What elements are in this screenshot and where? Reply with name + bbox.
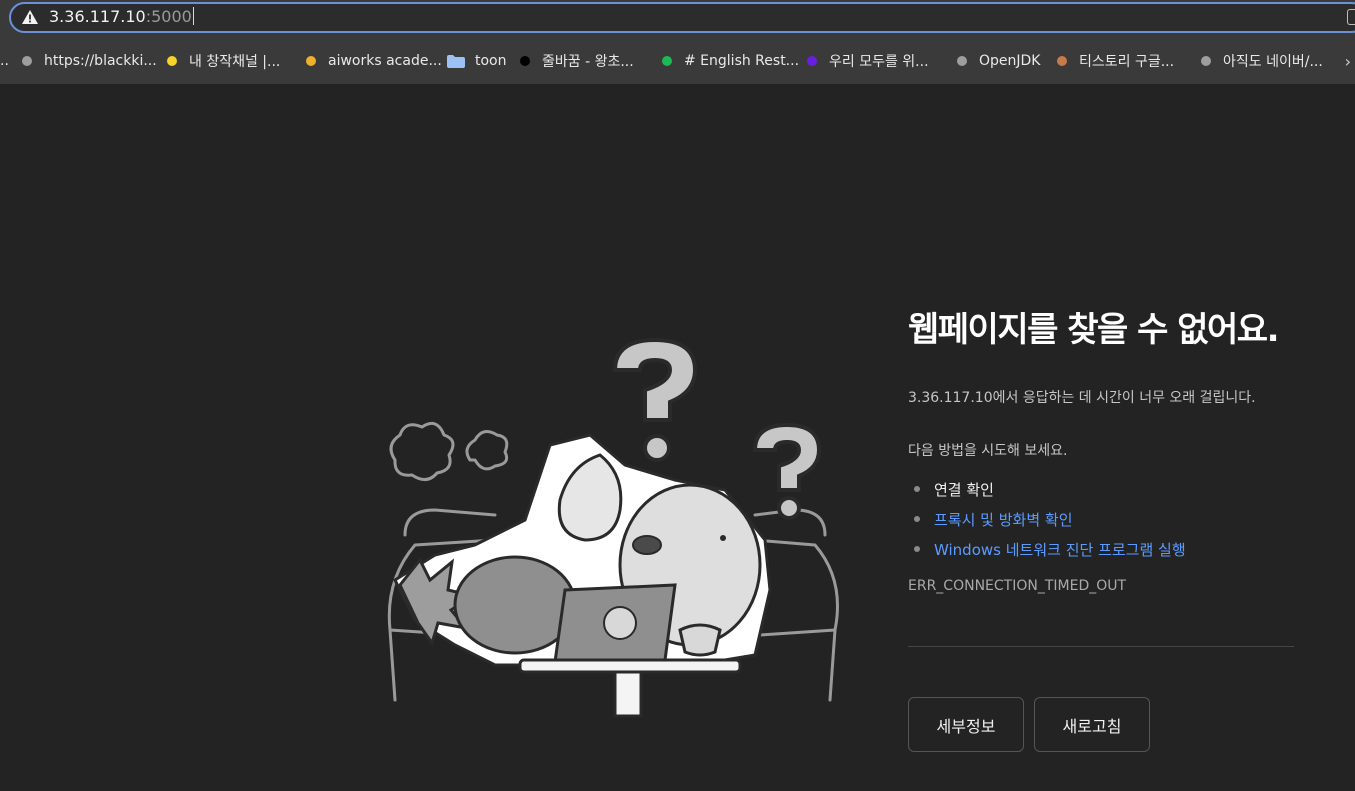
bookmark-label: # English Rest...: [684, 53, 800, 69]
url-host: 3.36.117.10: [49, 7, 146, 26]
gray-dot-icon: [957, 56, 967, 66]
error-title: 웹페이지를 찾을 수 없어요.: [908, 310, 1280, 350]
error-illustration: [387, 337, 839, 718]
divider: [908, 646, 1294, 647]
purple-dot-icon: [807, 56, 817, 66]
bookmark-item[interactable]: 내 창작채널 |...: [167, 48, 280, 74]
suggestion-check-connection: 연결 확인: [914, 474, 1186, 504]
browser-toolbar: 3.36.117.10:5000 .. https://blackki... 내…: [0, 0, 1355, 84]
bookmark-item[interactable]: OpenJDK: [957, 48, 1040, 74]
black-dot-icon: [520, 56, 530, 66]
brown-dot-icon: [1057, 56, 1067, 66]
bookmark-item[interactable]: 우리 모두를 위...: [807, 48, 929, 74]
bookmark-label: 티스토리 구글...: [1079, 54, 1175, 70]
suggestion-check-proxy-firewall-link[interactable]: 프록시 및 방화벽 확인: [914, 504, 1186, 534]
not-secure-warning-icon[interactable]: [21, 9, 39, 25]
green-dot-icon: [662, 56, 672, 66]
try-suggestions-label: 다음 방법을 시도해 보세요.: [908, 443, 1068, 459]
error-code: ERR_CONNECTION_TIMED_OUT: [908, 578, 1127, 594]
details-button[interactable]: 세부정보: [908, 697, 1024, 752]
bookmark-label: 줄바꿈 - 왕초...: [542, 54, 634, 70]
bookmark-overflow-left[interactable]: ..: [0, 48, 9, 74]
text-cursor: [192, 7, 194, 25]
bookmark-label: aiworks acade...: [328, 53, 442, 69]
suggestions-list: 연결 확인 프록시 및 방화벽 확인 Windows 네트워크 진단 프로그램 …: [914, 474, 1186, 564]
bookmark-label: toon: [475, 53, 507, 69]
folder-icon: [447, 54, 465, 68]
bookmarks-overflow-chevron-icon[interactable]: ›: [1345, 52, 1351, 71]
bookmark-item[interactable]: https://blackki...: [22, 48, 157, 74]
bookmark-label: https://blackki...: [44, 53, 157, 69]
bookmarks-bar: .. https://blackki... 내 창작채널 |... aiwork…: [0, 48, 1355, 74]
bookmark-label: 내 창작채널 |...: [189, 54, 281, 70]
suggestion-run-network-diagnostics-link[interactable]: Windows 네트워크 진단 프로그램 실행: [914, 534, 1186, 564]
bookmark-item[interactable]: 티스토리 구글...: [1057, 48, 1174, 74]
bookmark-folder-toon[interactable]: toon: [447, 48, 507, 74]
address-bar[interactable]: [9, 2, 1355, 33]
bookmark-item[interactable]: 줄바꿈 - 왕초...: [520, 48, 634, 74]
reload-button[interactable]: 새로고침: [1034, 697, 1150, 752]
bookmark-item[interactable]: # English Rest...: [662, 48, 799, 74]
orange-dot-icon: [306, 56, 316, 66]
error-message: 3.36.117.10에서 응답하는 데 시간이 너무 오래 걸립니다.: [908, 390, 1256, 406]
bookmark-item[interactable]: 아직도 네이버/...: [1201, 48, 1323, 74]
bookmark-label: OpenJDK: [979, 53, 1041, 69]
bookmark-item[interactable]: aiworks acade...: [306, 48, 442, 74]
bookmark-label: 아직도 네이버/...: [1223, 54, 1323, 70]
gray-dot-icon: [22, 56, 32, 66]
address-bar-url[interactable]: 3.36.117.10:5000: [49, 6, 194, 28]
bookmark-label: 우리 모두를 위...: [829, 54, 929, 70]
page-action-icon[interactable]: [1347, 9, 1355, 25]
yellow-dot-icon: [167, 56, 177, 66]
url-port: :5000: [145, 7, 192, 26]
gray-dot-icon: [1201, 56, 1211, 66]
